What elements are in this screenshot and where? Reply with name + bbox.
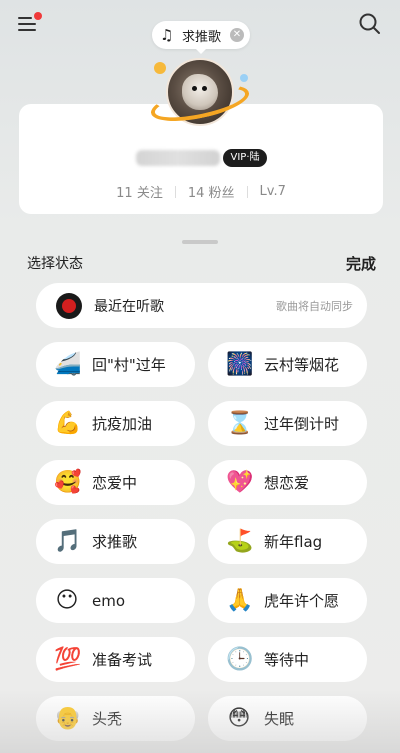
- blank-face-icon: 😶: [55, 587, 79, 613]
- status-option[interactable]: 🥰 恋爱中: [36, 460, 195, 505]
- vip-badge[interactable]: VIP·陆: [223, 149, 267, 167]
- hundred-points-icon: 💯: [54, 646, 82, 672]
- status-option-label: 头秃: [92, 710, 123, 728]
- music-note-icon: ♫: [160, 26, 174, 44]
- status-option-label: 准备考试: [92, 651, 153, 669]
- status-option-label: 新年flag: [264, 533, 323, 551]
- username-blurred: [136, 150, 220, 166]
- status-option-label: 等待中: [264, 651, 310, 669]
- current-status-pill[interactable]: ♫ 求推歌 ✕: [152, 21, 250, 49]
- flushed-face-icon: 😳: [227, 705, 251, 731]
- status-option-label: 恋爱中: [92, 474, 138, 492]
- status-option[interactable]: 🚄 回"村"过年: [36, 342, 195, 387]
- close-icon[interactable]: ✕: [230, 28, 244, 42]
- vinyl-record-icon: [56, 292, 82, 319]
- recent-listening-label: 最近在听歌: [94, 298, 164, 315]
- status-option-label: 过年倒计时: [264, 415, 340, 433]
- status-option[interactable]: 👴 头秃: [36, 696, 195, 741]
- search-icon[interactable]: [358, 12, 382, 36]
- status-option-label: 失眠: [264, 710, 295, 728]
- golf-flag-icon: ⛳: [226, 528, 254, 554]
- status-option[interactable]: 💖 想恋爱: [208, 460, 367, 505]
- divider: [246, 185, 248, 198]
- fans-count[interactable]: 14 粉丝: [188, 182, 235, 201]
- heart-icon: 💖: [226, 469, 254, 495]
- status-option-label: emo: [92, 591, 126, 610]
- praying-hands-icon: 🙏: [226, 587, 254, 613]
- hourglass-icon: ⌛: [226, 410, 254, 436]
- follow-count[interactable]: 11 关注: [116, 182, 163, 201]
- music-note-icon: 🎵: [54, 528, 82, 554]
- status-option[interactable]: 💪 抗疫加油: [36, 401, 195, 446]
- level[interactable]: Lv.7: [260, 184, 286, 199]
- status-option[interactable]: 🎵 求推歌: [36, 519, 195, 564]
- notification-dot: [34, 12, 42, 20]
- status-option[interactable]: 🎆 云村等烟花: [208, 342, 367, 387]
- status-option-label: 求推歌: [92, 533, 138, 551]
- status-option[interactable]: 🙏 虎年许个愿: [208, 578, 367, 623]
- drag-handle[interactable]: [182, 240, 218, 244]
- auto-sync-hint: 歌曲将自动同步: [276, 299, 353, 313]
- clock-icon: 🕒: [226, 646, 254, 672]
- status-option-label: 想恋爱: [264, 474, 310, 492]
- status-option-label: 回"村"过年: [92, 356, 166, 374]
- flexed-arm-icon: 💪: [54, 410, 82, 436]
- status-option[interactable]: 😳 失眠: [208, 696, 367, 741]
- done-button[interactable]: 完成: [346, 253, 376, 274]
- status-option-label: 虎年许个愿: [264, 592, 340, 610]
- status-option[interactable]: ⛳ 新年flag: [208, 519, 367, 564]
- smiling-hearts-icon: 🥰: [54, 469, 82, 495]
- recent-listening-option[interactable]: 最近在听歌 歌曲将自动同步: [36, 283, 367, 328]
- avatar[interactable]: [147, 54, 253, 138]
- status-option[interactable]: 😶 emo: [36, 578, 195, 623]
- profile-stats: 11 关注 14 粉丝 Lv.7: [19, 182, 383, 201]
- fireworks-icon: 🎆: [226, 351, 254, 377]
- status-option[interactable]: 🕒 等待中: [208, 637, 367, 682]
- status-option[interactable]: 💯 准备考试: [36, 637, 195, 682]
- status-option-label: 抗疫加油: [92, 415, 153, 433]
- bald-head-icon: 👴: [54, 705, 82, 731]
- train-icon: 🚄: [54, 351, 82, 377]
- status-option-label: 云村等烟花: [264, 356, 340, 374]
- divider: [174, 185, 176, 198]
- section-title: 选择状态: [27, 256, 83, 272]
- menu-icon[interactable]: [16, 12, 42, 36]
- current-status-label: 求推歌: [182, 29, 222, 45]
- planet-decoration: [240, 74, 248, 82]
- status-option[interactable]: ⌛ 过年倒计时: [208, 401, 367, 446]
- planet-decoration: [154, 62, 166, 74]
